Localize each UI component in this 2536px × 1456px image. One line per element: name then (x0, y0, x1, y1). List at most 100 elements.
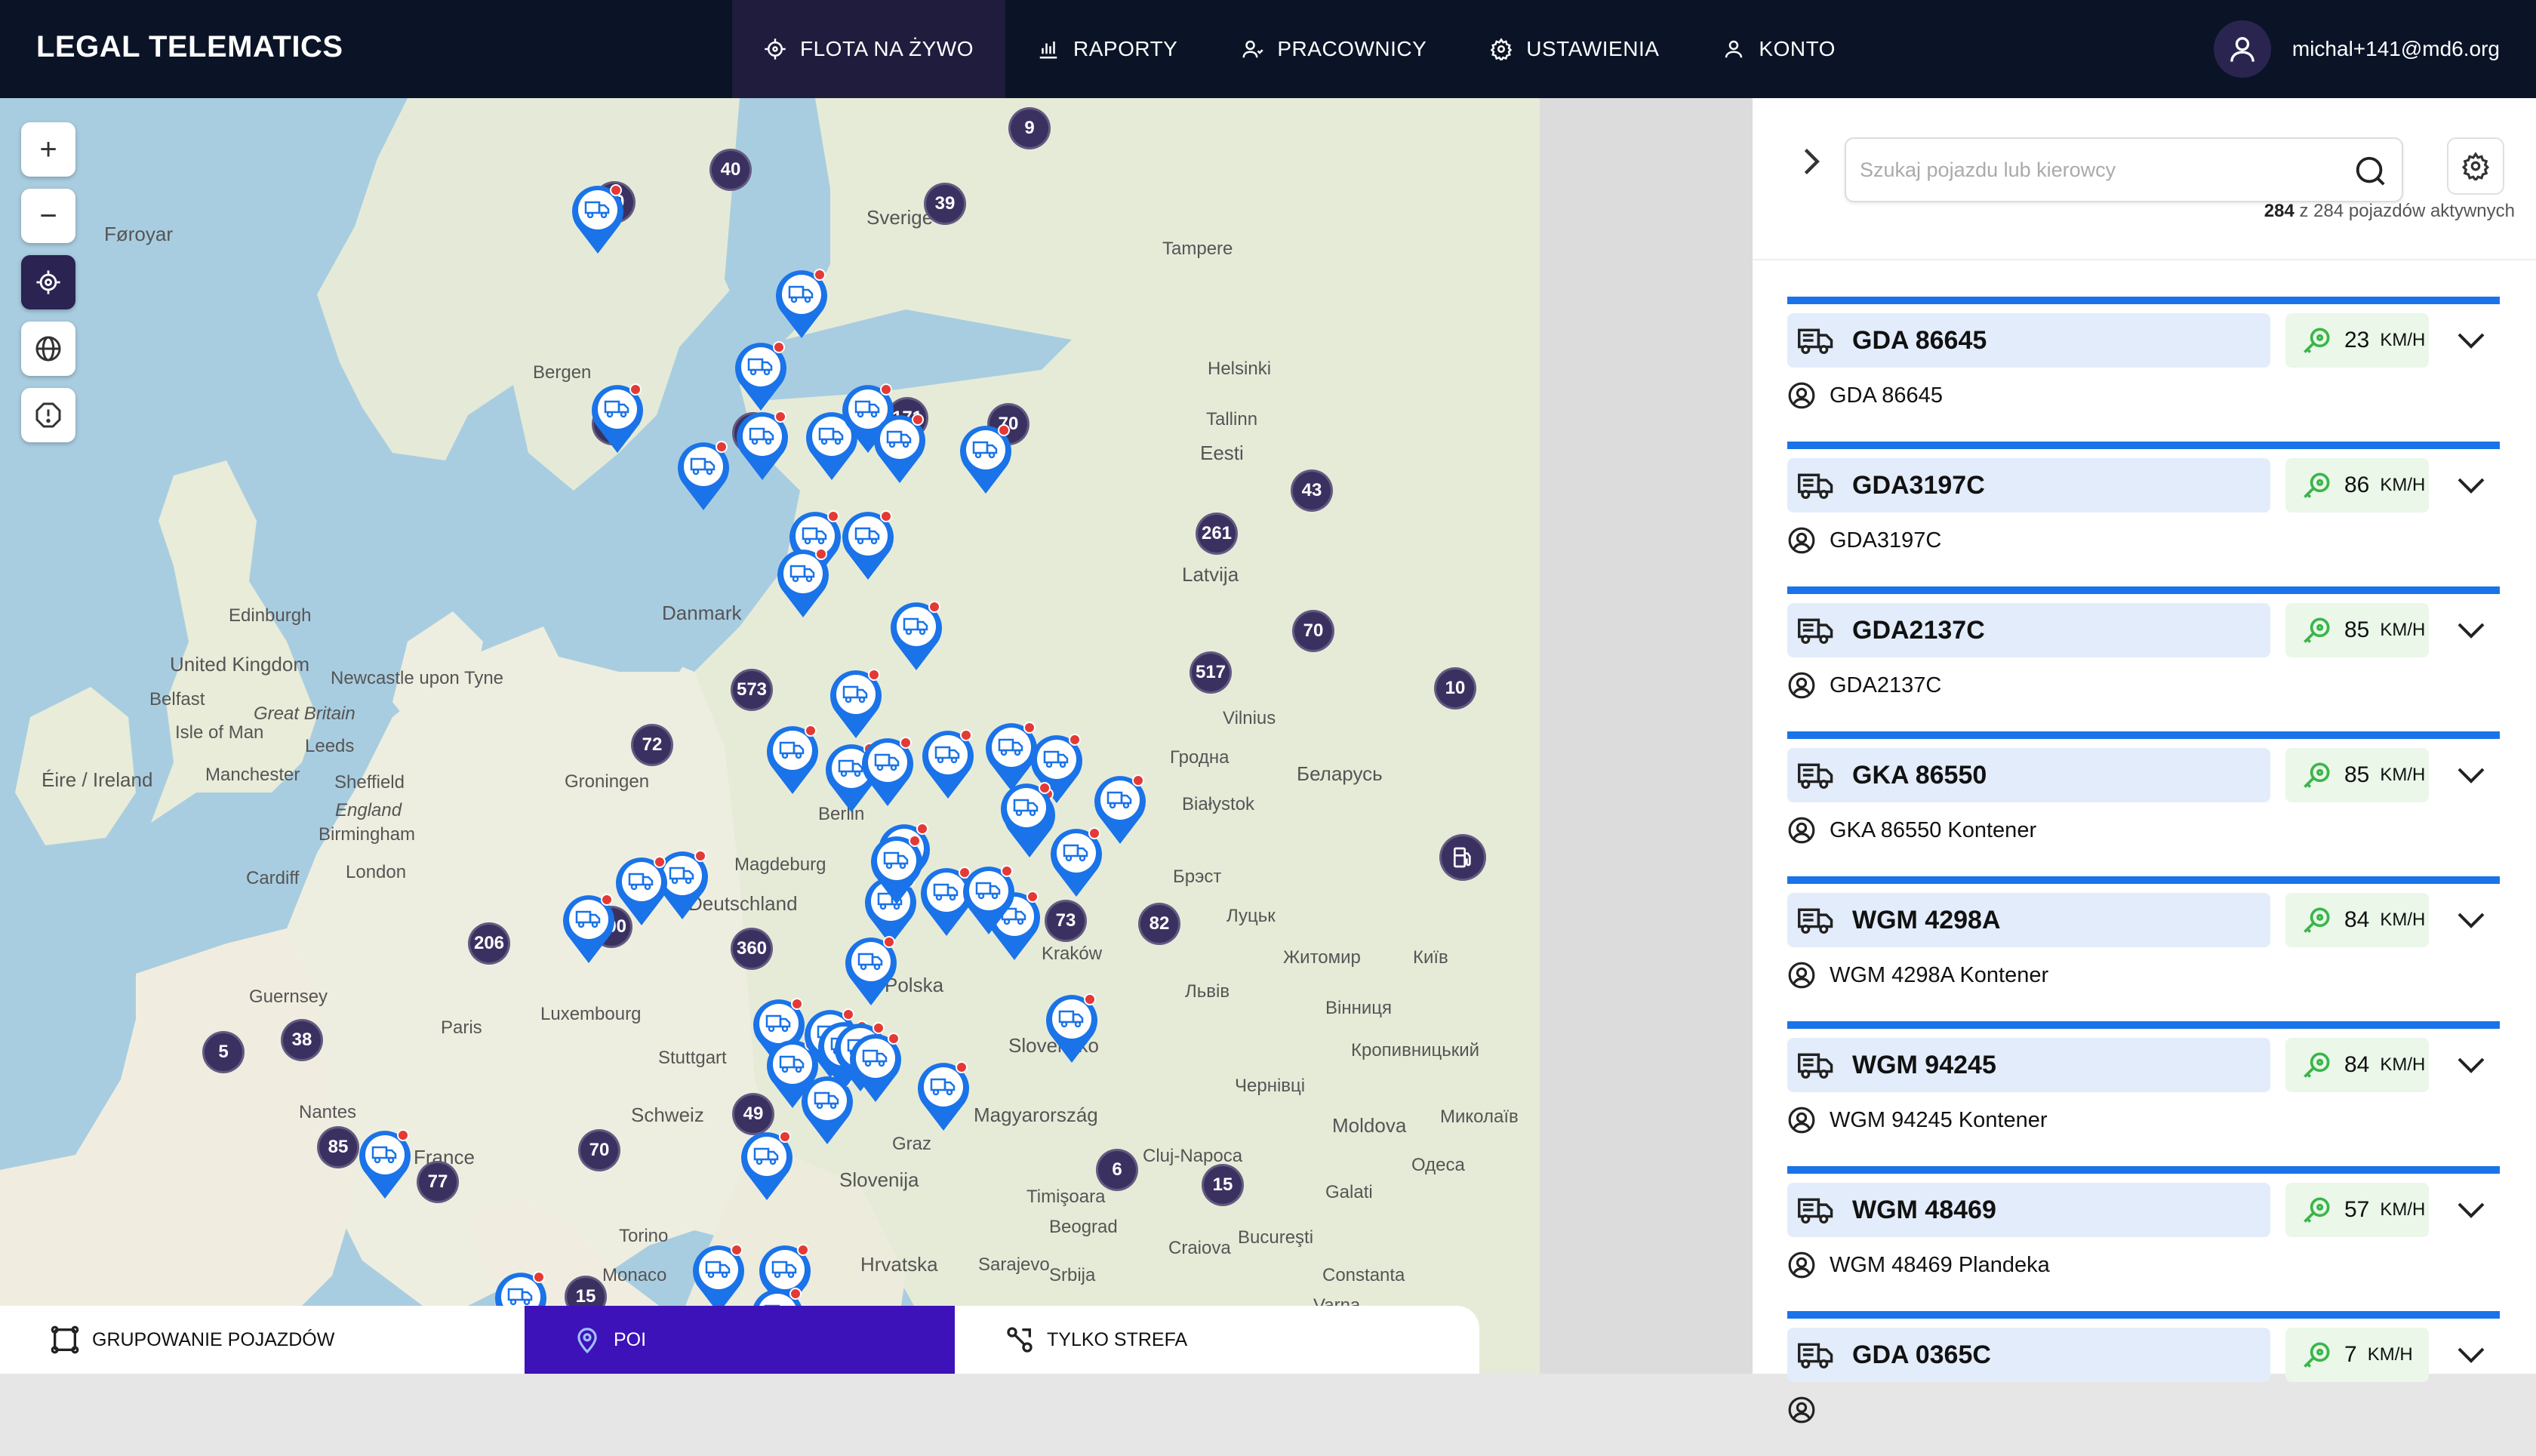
vehicle-pin[interactable] (998, 780, 1055, 853)
vehicle-cluster[interactable]: 70 (1292, 610, 1334, 652)
vehicle-cluster[interactable]: 40 (709, 149, 752, 191)
chevron-down-icon[interactable] (2456, 617, 2486, 644)
vehicle-cluster[interactable]: 72 (631, 724, 673, 766)
vehicle-card[interactable]: WGM 4298A 84 KM/H WGM 4298A Kontener (1787, 876, 2500, 1021)
vehicle-cluster[interactable]: 6 (1096, 1149, 1138, 1191)
locate-button[interactable] (21, 255, 75, 309)
chevron-down-icon[interactable] (2456, 907, 2486, 934)
avatar[interactable] (2213, 20, 2271, 78)
tab-grupowanie-pojazdow[interactable]: GRUPOWANIE POJAZDÓW (0, 1306, 525, 1374)
vehicle-pin[interactable] (868, 833, 925, 906)
vehicle-cluster[interactable]: 43 (1291, 469, 1333, 512)
search-input[interactable]: Szukaj pojazdu lub kierowcy (1845, 137, 2403, 202)
nav-flota-na-zywo[interactable]: FLOTA NA ŻYWO (732, 0, 1006, 98)
chevron-down-icon[interactable] (2456, 327, 2486, 354)
vehicle-pin[interactable] (827, 667, 885, 740)
vehicle-row[interactable]: GDA 0365C 7 KM/H (1787, 1328, 2500, 1382)
vehicle-card[interactable]: GDA 0365C 7 KM/H (1787, 1311, 2500, 1456)
zoom-in-button[interactable]: + (21, 122, 75, 177)
vehicle-card[interactable]: GDA 86645 23 KM/H GDA 86645 (1787, 297, 2500, 442)
vehicle-cluster[interactable]: 15 (1202, 1164, 1244, 1206)
vehicle-cluster[interactable]: 70 (578, 1129, 620, 1171)
vehicle-plate-box[interactable]: GDA2137C (1787, 603, 2270, 657)
vehicle-pin[interactable] (356, 1128, 414, 1200)
vehicle-row[interactable]: WGM 94245 84 KM/H (1787, 1038, 2500, 1092)
vehicle-pin[interactable] (957, 423, 1014, 495)
vehicle-pin[interactable] (774, 546, 832, 619)
vehicle-plate-box[interactable]: GDA 0365C (1787, 1328, 2270, 1382)
vehicle-pin[interactable] (1048, 826, 1105, 898)
vehicle-row[interactable]: GDA3197C 86 KM/H (1787, 458, 2500, 513)
panel-settings-button[interactable] (2447, 137, 2504, 195)
chevron-down-icon[interactable] (2456, 1341, 2486, 1368)
nav-konto[interactable]: KONTO (1691, 0, 1867, 98)
vehicle-pin[interactable] (569, 183, 626, 255)
vehicle-pin[interactable] (915, 1060, 972, 1132)
vehicle-plate-box[interactable]: WGM 94245 (1787, 1038, 2270, 1092)
alert-button[interactable] (21, 388, 75, 442)
vehicle-pin[interactable] (847, 1031, 904, 1104)
vehicle-pin[interactable] (842, 934, 900, 1007)
nav-ustawienia[interactable]: USTAWIENIA (1458, 0, 1691, 98)
vehicle-pin[interactable] (1043, 992, 1100, 1064)
vehicle-cluster[interactable]: 261 (1196, 513, 1238, 555)
chevron-down-icon[interactable] (2456, 762, 2486, 789)
brand-logo[interactable]: LEGAL TELEMATICS (36, 30, 343, 64)
vehicle-cluster[interactable]: 39 (924, 183, 966, 225)
tab-tylko-strefa[interactable]: TYLKO STREFA (955, 1306, 1479, 1374)
globe-button[interactable] (21, 322, 75, 376)
account-menu[interactable]: michal+141@md6.org (2213, 0, 2500, 98)
vehicle-pin[interactable] (773, 267, 830, 340)
vehicle-pin[interactable] (839, 509, 897, 581)
vehicle-cluster[interactable]: 517 (1190, 651, 1232, 694)
vehicle-cluster[interactable]: 38 (281, 1019, 323, 1061)
vehicle-cluster[interactable]: 5 (202, 1031, 245, 1073)
vehicle-pin[interactable] (960, 863, 1017, 936)
vehicle-row[interactable]: WGM 4298A 84 KM/H (1787, 893, 2500, 947)
nav-pracownicy[interactable]: PRACOWNICY (1209, 0, 1458, 98)
vehicle-cluster[interactable]: 82 (1138, 903, 1180, 945)
vehicle-plate-box[interactable]: GDA 86645 (1787, 313, 2270, 368)
vehicle-card[interactable]: GDA3197C 86 KM/H GDA3197C (1787, 442, 2500, 586)
vehicle-row[interactable]: GKA 86550 85 KM/H (1787, 748, 2500, 802)
vehicle-pin[interactable] (764, 723, 821, 796)
vehicle-cluster[interactable]: 73 (1045, 900, 1087, 942)
vehicle-pin[interactable] (888, 599, 945, 672)
nav-raporty[interactable]: RAPORTY (1005, 0, 1209, 98)
vehicle-pin[interactable] (589, 382, 646, 454)
vehicle-pin[interactable] (738, 1129, 796, 1202)
vehicle-cluster[interactable]: 206 (468, 922, 510, 965)
vehicle-cluster[interactable]: 77 (417, 1161, 459, 1203)
vehicle-cluster[interactable]: 10 (1434, 667, 1476, 710)
chevron-down-icon[interactable] (2456, 472, 2486, 499)
vehicle-plate-box[interactable]: GDA3197C (1787, 458, 2270, 513)
vehicle-pin[interactable] (859, 735, 916, 808)
fuel-station-marker[interactable] (1439, 834, 1486, 881)
vehicle-cluster[interactable]: 85 (317, 1126, 359, 1168)
vehicle-plate-box[interactable]: WGM 4298A (1787, 893, 2270, 947)
vehicle-pin[interactable] (919, 728, 977, 800)
vehicle-card[interactable]: GDA2137C 85 KM/H GDA2137C (1787, 586, 2500, 731)
vehicle-pin[interactable] (560, 892, 617, 965)
fleet-map[interactable]: Føroyar Bergen Sverige Tampere Helsinki … (0, 98, 1540, 1374)
vehicle-cluster[interactable]: 573 (731, 669, 773, 711)
collapse-panel-button[interactable] (1798, 145, 1824, 186)
vehicle-plate-box[interactable]: WGM 48469 (1787, 1183, 2270, 1237)
zoom-out-button[interactable]: − (21, 189, 75, 243)
vehicle-cluster[interactable]: 9 (1008, 107, 1051, 149)
search-icon[interactable] (2353, 154, 2388, 189)
vehicle-card[interactable]: GKA 86550 85 KM/H GKA 86550 Kontener (1787, 731, 2500, 876)
vehicle-card[interactable]: WGM 48469 57 KM/H WGM 48469 Plandeka (1787, 1166, 2500, 1311)
vehicle-pin[interactable] (732, 340, 789, 412)
vehicle-pin[interactable] (675, 439, 732, 512)
chevron-down-icon[interactable] (2456, 1196, 2486, 1224)
vehicle-pin[interactable] (613, 854, 670, 927)
vehicle-cluster[interactable]: 360 (731, 928, 773, 970)
vehicle-plate-box[interactable]: GKA 86550 (1787, 748, 2270, 802)
vehicle-row[interactable]: GDA 86645 23 KM/H (1787, 313, 2500, 368)
vehicle-card[interactable]: WGM 94245 84 KM/H WGM 94245 Kontener (1787, 1021, 2500, 1166)
chevron-down-icon[interactable] (2456, 1051, 2486, 1079)
vehicle-pin[interactable] (734, 409, 791, 482)
vehicle-pin[interactable] (871, 412, 928, 485)
vehicle-row[interactable]: GDA2137C 85 KM/H (1787, 603, 2500, 657)
